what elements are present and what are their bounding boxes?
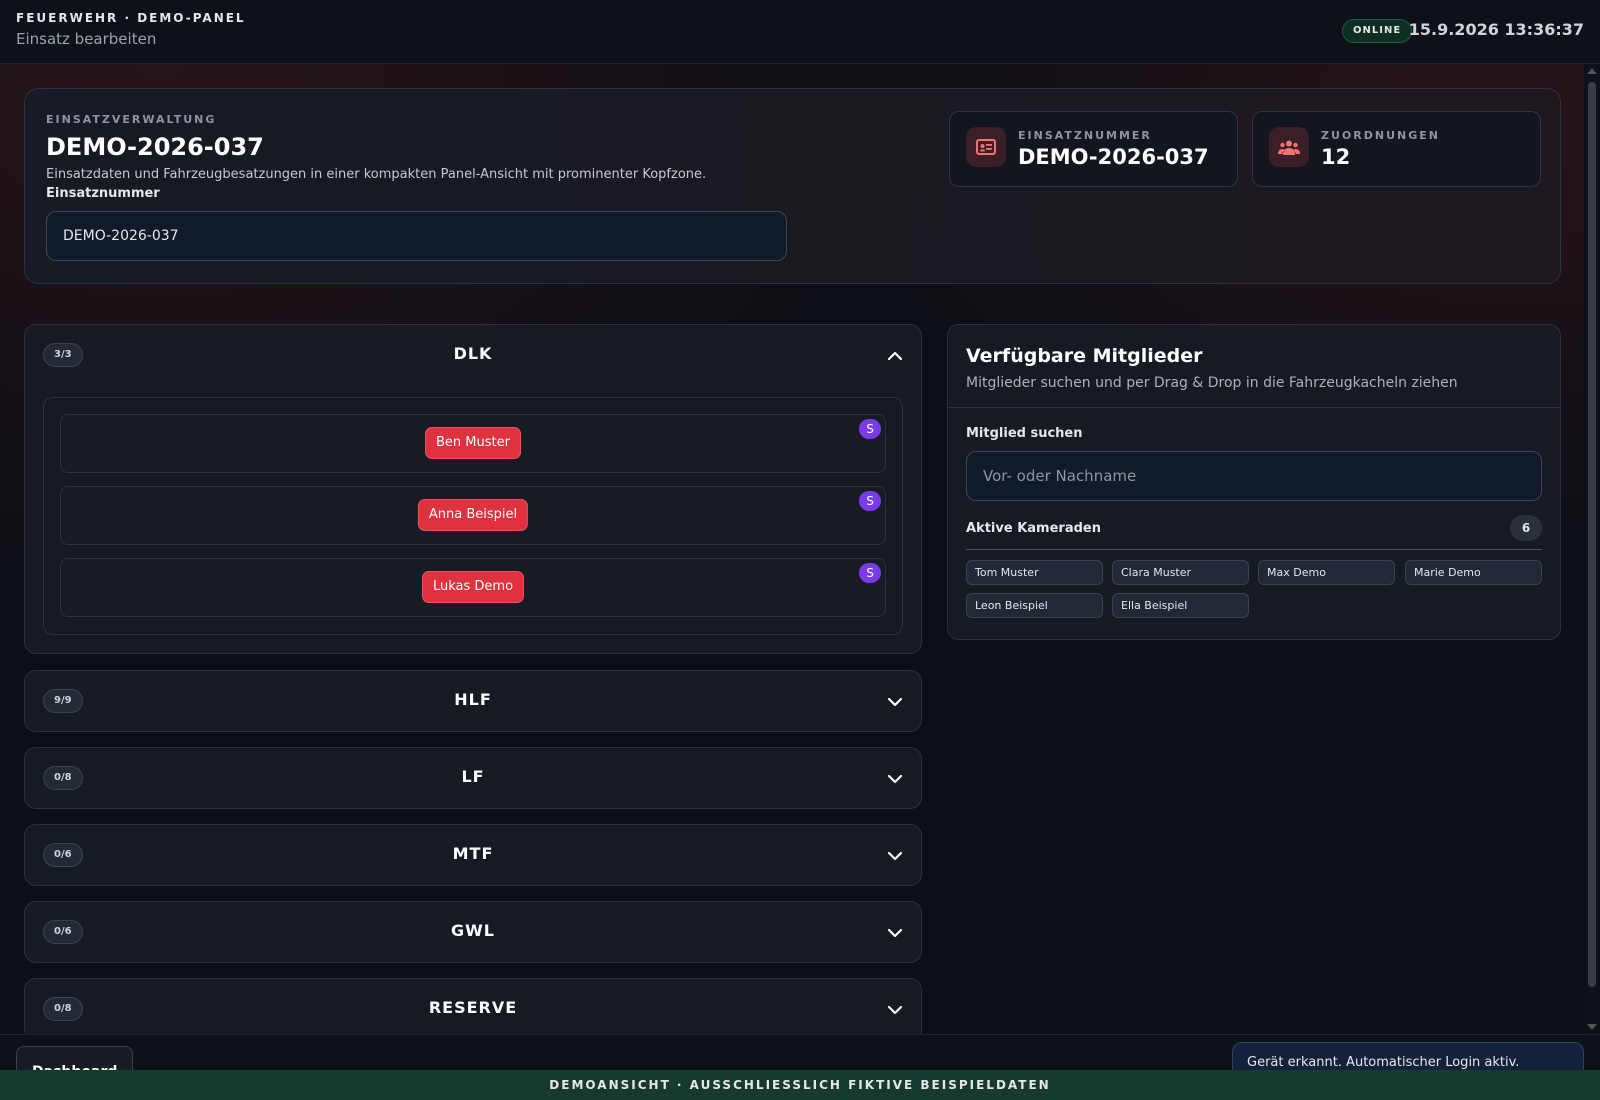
chevron-down-icon[interactable] [887,1000,903,1019]
vehicle-card-header[interactable]: 3/3 DLK [25,325,921,385]
role-badge: S [859,563,881,583]
stat-card-incident-number: EINSATZNUMMER DEMO-2026-037 [949,111,1238,187]
available-members-title: Verfügbare Mitglieder [966,345,1203,367]
vehicle-card-header[interactable]: 0/6 MTF [25,825,921,885]
stat-label: ZUORDNUNGEN [1321,129,1440,142]
users-icon [1269,127,1309,167]
scrollbar-thumb[interactable] [1588,82,1596,987]
vehicle-card-header[interactable]: 0/8 RESERVE [25,979,921,1034]
page-subtitle: Einsatz bearbeiten [16,30,157,48]
top-bar: FEUERWEHR · DEMO-PANEL Einsatz bearbeite… [0,0,1600,64]
vehicle-card-reserve[interactable]: 0/8 RESERVE [24,978,922,1034]
scroll-down-arrow-icon[interactable] [1587,1024,1597,1030]
vehicle-name: DLK [453,344,493,363]
vehicle-card-header[interactable]: 9/9 HLF [25,671,921,731]
available-members-description: Mitglieder suchen und per Drag & Drop in… [966,375,1458,391]
incident-number-label: Einsatznummer [46,186,160,201]
scrollbar[interactable] [1584,64,1600,1034]
hero-panel: EINSATZVERWALTUNG DEMO-2026-037 Einsatzd… [24,88,1561,284]
crew-slot[interactable]: Ben Muster S [60,414,886,473]
comrade-chip[interactable]: Ella Beispiel [1112,593,1249,618]
crew-slot[interactable]: Anna Beispiel S [60,486,886,545]
divider [948,407,1560,408]
member-search-input[interactable] [966,451,1542,501]
id-card-icon [966,127,1006,167]
main-content[interactable]: EINSATZVERWALTUNG DEMO-2026-037 Einsatzd… [0,64,1600,1034]
demo-banner: DEMOANSICHT · AUSSCHLIESSLICH FIKTIVE BE… [0,1070,1600,1100]
vehicle-name: LF [461,767,485,786]
role-badge: S [859,491,881,511]
chevron-down-icon[interactable] [887,923,903,942]
vehicle-card-hlf[interactable]: 9/9 HLF [24,670,922,732]
member-chip[interactable]: Ben Muster [425,427,521,459]
member-search-label: Mitglied suchen [966,426,1083,441]
member-chip[interactable]: Anna Beispiel [417,499,529,531]
vehicle-name: HLF [454,690,492,709]
active-comrades-label: Aktive Kameraden [966,521,1101,536]
chevron-down-icon[interactable] [887,846,903,865]
stat-value: DEMO-2026-037 [1018,145,1209,169]
hero-description: Einsatzdaten und Fahrzeugbesatzungen in … [46,167,707,182]
scroll-up-arrow-icon[interactable] [1587,68,1597,74]
brand-title: FEUERWEHR · DEMO-PANEL [16,11,246,25]
chevron-up-icon[interactable] [887,346,903,365]
vehicle-card-dlk[interactable]: 3/3 DLK Ben Muster S Anna Beispiel S Luk… [24,324,922,654]
vehicle-name: MTF [452,844,494,863]
crew-slot[interactable]: Lukas Demo S [60,558,886,617]
vehicle-card-header[interactable]: 0/8 LF [25,748,921,808]
available-members-panel: Verfügbare Mitglieder Mitglieder suchen … [947,324,1561,640]
stat-label: EINSATZNUMMER [1018,129,1152,142]
stat-card-assignments: ZUORDNUNGEN 12 [1252,111,1541,187]
datetime-display: 15.9.2026 13:36:37 [1408,20,1584,39]
vehicle-card-header[interactable]: 0/6 GWL [25,902,921,962]
page-title: DEMO-2026-037 [46,133,264,161]
hero-eyebrow: EINSATZVERWALTUNG [46,113,217,126]
comrade-chip[interactable]: Max Demo [1258,560,1395,585]
chevron-down-icon[interactable] [887,692,903,711]
comrade-chip[interactable]: Clara Muster [1112,560,1249,585]
vehicle-card-mtf[interactable]: 0/6 MTF [24,824,922,886]
active-comrades-count: 6 [1510,515,1542,541]
member-chip[interactable]: Lukas Demo [421,571,525,603]
role-badge: S [859,419,881,439]
divider [966,549,1542,550]
vehicle-crew-dropzone[interactable]: Ben Muster S Anna Beispiel S Lukas Demo … [43,397,903,635]
incident-number-input[interactable] [46,211,787,261]
comrade-chip[interactable]: Leon Beispiel [966,593,1103,618]
vehicle-name: RESERVE [428,998,518,1017]
chevron-down-icon[interactable] [887,769,903,788]
vehicle-card-lf[interactable]: 0/8 LF [24,747,922,809]
status-badge: ONLINE [1342,19,1413,43]
vehicle-card-gwl[interactable]: 0/6 GWL [24,901,922,963]
comrade-chip[interactable]: Tom Muster [966,560,1103,585]
comrade-chip[interactable]: Marie Demo [1405,560,1542,585]
vehicle-name: GWL [451,921,495,940]
stat-value: 12 [1321,145,1351,169]
